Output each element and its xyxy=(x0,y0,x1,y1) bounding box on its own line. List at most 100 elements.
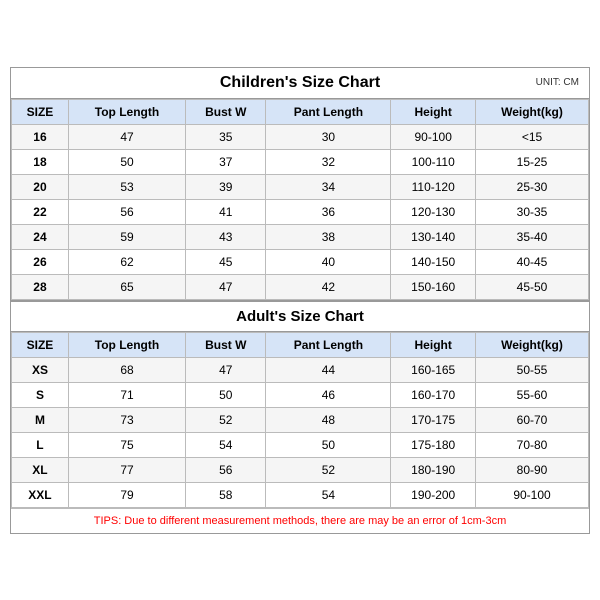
table-row: 20533934110-12025-30 xyxy=(12,174,589,199)
table-cell: 35 xyxy=(186,124,266,149)
table-cell: XXL xyxy=(12,482,69,507)
table-row: 1647353090-100<15 xyxy=(12,124,589,149)
table-row: 24594338130-14035-40 xyxy=(12,224,589,249)
children-chart-title: Children's Size Chart xyxy=(220,74,380,92)
table-cell: 16 xyxy=(12,124,69,149)
table-cell: 150-160 xyxy=(391,274,476,299)
adult-col-header: Pant Length xyxy=(266,332,391,357)
table-cell: 68 xyxy=(68,357,185,382)
table-cell: 65 xyxy=(68,274,185,299)
tips-row: TIPS: Due to different measurement metho… xyxy=(11,508,589,533)
table-cell: 35-40 xyxy=(476,224,589,249)
table-cell: 39 xyxy=(186,174,266,199)
table-cell: 75 xyxy=(68,432,185,457)
table-cell: XL xyxy=(12,457,69,482)
table-cell: 52 xyxy=(186,407,266,432)
table-cell: 56 xyxy=(186,457,266,482)
table-cell: 54 xyxy=(186,432,266,457)
table-cell: 41 xyxy=(186,199,266,224)
table-cell: 50 xyxy=(68,149,185,174)
table-cell: 32 xyxy=(266,149,391,174)
table-cell: 70-80 xyxy=(476,432,589,457)
table-cell: 90-100 xyxy=(391,124,476,149)
adult-col-header: SIZE xyxy=(12,332,69,357)
children-col-header: Height xyxy=(391,99,476,124)
table-cell: 175-180 xyxy=(391,432,476,457)
table-cell: 80-90 xyxy=(476,457,589,482)
children-col-header: Bust W xyxy=(186,99,266,124)
table-cell: 24 xyxy=(12,224,69,249)
children-chart-title-row: Children's Size Chart UNIT: CM xyxy=(11,68,589,99)
table-cell: 130-140 xyxy=(391,224,476,249)
table-row: 26624540140-15040-45 xyxy=(12,249,589,274)
table-cell: 59 xyxy=(68,224,185,249)
table-cell: 46 xyxy=(266,382,391,407)
adult-col-header: Top Length xyxy=(68,332,185,357)
table-cell: 90-100 xyxy=(476,482,589,507)
children-table-body: 1647353090-100<1518503732100-11015-25205… xyxy=(12,124,589,299)
adult-chart-title: Adult's Size Chart xyxy=(11,300,589,332)
table-row: S715046160-17055-60 xyxy=(12,382,589,407)
table-cell: 26 xyxy=(12,249,69,274)
table-cell: 45 xyxy=(186,249,266,274)
table-cell: 140-150 xyxy=(391,249,476,274)
table-cell: 110-120 xyxy=(391,174,476,199)
table-cell: 160-165 xyxy=(391,357,476,382)
children-table: SIZETop LengthBust WPant LengthHeightWei… xyxy=(11,99,589,300)
children-col-header: Top Length xyxy=(68,99,185,124)
table-row: 22564136120-13030-35 xyxy=(12,199,589,224)
table-cell: 44 xyxy=(266,357,391,382)
table-cell: 62 xyxy=(68,249,185,274)
table-cell: 180-190 xyxy=(391,457,476,482)
table-row: XS684744160-16550-55 xyxy=(12,357,589,382)
table-cell: 50 xyxy=(266,432,391,457)
table-cell: 40 xyxy=(266,249,391,274)
table-cell: 100-110 xyxy=(391,149,476,174)
table-cell: 56 xyxy=(68,199,185,224)
table-cell: 30 xyxy=(266,124,391,149)
table-cell: 38 xyxy=(266,224,391,249)
adult-col-header: Bust W xyxy=(186,332,266,357)
children-col-header: Pant Length xyxy=(266,99,391,124)
children-col-header: Weight(kg) xyxy=(476,99,589,124)
table-cell: 43 xyxy=(186,224,266,249)
table-cell: 47 xyxy=(186,357,266,382)
table-cell: 58 xyxy=(186,482,266,507)
size-chart-container: Children's Size Chart UNIT: CM SIZETop L… xyxy=(10,67,590,534)
adult-header-row: SIZETop LengthBust WPant LengthHeightWei… xyxy=(12,332,589,357)
adult-table: SIZETop LengthBust WPant LengthHeightWei… xyxy=(11,332,589,508)
table-row: XXL795854190-20090-100 xyxy=(12,482,589,507)
table-cell: 36 xyxy=(266,199,391,224)
table-cell: 34 xyxy=(266,174,391,199)
adult-table-body: XS684744160-16550-55S715046160-17055-60M… xyxy=(12,357,589,507)
table-cell: 54 xyxy=(266,482,391,507)
table-cell: 48 xyxy=(266,407,391,432)
table-cell: 47 xyxy=(186,274,266,299)
table-cell: 45-50 xyxy=(476,274,589,299)
table-cell: 53 xyxy=(68,174,185,199)
table-cell: 52 xyxy=(266,457,391,482)
table-cell: 15-25 xyxy=(476,149,589,174)
table-cell: 40-45 xyxy=(476,249,589,274)
table-row: XL775652180-19080-90 xyxy=(12,457,589,482)
table-cell: 190-200 xyxy=(391,482,476,507)
table-cell: 60-70 xyxy=(476,407,589,432)
table-cell: 37 xyxy=(186,149,266,174)
children-table-header: SIZETop LengthBust WPant LengthHeightWei… xyxy=(12,99,589,124)
table-cell: 77 xyxy=(68,457,185,482)
table-cell: 30-35 xyxy=(476,199,589,224)
table-cell: M xyxy=(12,407,69,432)
table-cell: 20 xyxy=(12,174,69,199)
table-cell: 22 xyxy=(12,199,69,224)
table-cell: 79 xyxy=(68,482,185,507)
table-cell: 50-55 xyxy=(476,357,589,382)
table-cell: XS xyxy=(12,357,69,382)
table-cell: 18 xyxy=(12,149,69,174)
adult-table-header: SIZETop LengthBust WPant LengthHeightWei… xyxy=(12,332,589,357)
table-row: M735248170-17560-70 xyxy=(12,407,589,432)
children-header-row: SIZETop LengthBust WPant LengthHeightWei… xyxy=(12,99,589,124)
table-cell: 25-30 xyxy=(476,174,589,199)
table-cell: S xyxy=(12,382,69,407)
adult-col-header: Weight(kg) xyxy=(476,332,589,357)
table-cell: 73 xyxy=(68,407,185,432)
